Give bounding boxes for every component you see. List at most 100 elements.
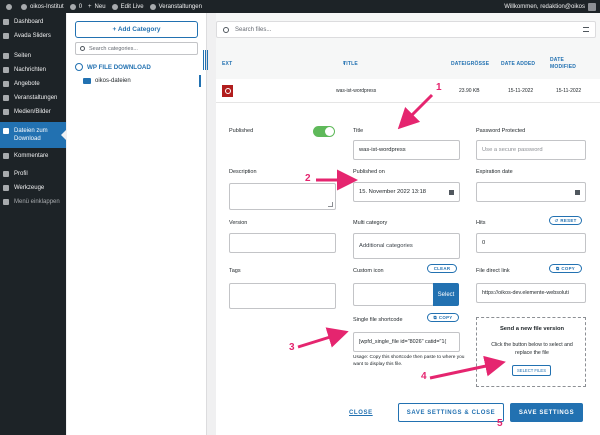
sidebar-item-nachrichten[interactable]: Nachrichten [0, 66, 66, 77]
direct-link-field[interactable]: https://oikos-dev.elemente-websoluti [476, 283, 586, 303]
upload-new-version-dropzone[interactable]: Send a new file version Click the button… [476, 317, 586, 387]
file-search-input[interactable]: Search files... [216, 21, 596, 38]
add-category-button[interactable]: + Add Category [75, 21, 198, 38]
comments-link[interactable]: 0 [69, 3, 82, 10]
published-on-label: Published on [353, 169, 385, 175]
sidebar-item-dateien[interactable]: Dateien zum Download [0, 122, 66, 148]
new-content-link[interactable]: + Neu [88, 4, 106, 10]
password-label: Password Protected [476, 128, 526, 134]
sort-down-icon: ▾ [343, 61, 346, 67]
save-and-close-button[interactable]: SAVE SETTINGS & CLOSE [398, 403, 504, 422]
edit-live-link[interactable]: Edit Live [111, 3, 144, 10]
shortcode-field[interactable]: [wpfd_single_file id="8026" catid="1( [353, 332, 460, 352]
user-icon [3, 171, 9, 177]
save-settings-button[interactable]: SAVE SETTINGS [510, 403, 583, 422]
description-label: Description [229, 169, 257, 175]
table-row[interactable]: was-ist-wordpress 23.90 KB 15-11-2022 15… [216, 79, 600, 103]
wordpress-icon [75, 63, 83, 71]
category-root-title: WP FILE DOWNLOAD [75, 63, 151, 71]
annotation-number-5: 5 [497, 418, 503, 429]
plus-icon: + [88, 3, 92, 10]
annotation-number-3: 3 [289, 342, 295, 353]
home-icon [21, 3, 27, 10]
column-size[interactable]: DATEIGRÖSSE [451, 61, 489, 67]
title-field[interactable]: was-ist-wordpress [353, 140, 460, 160]
search-icon [80, 46, 85, 51]
admin-sidebar: Dashboard Avada Sliders Seiten Nachricht… [0, 13, 66, 435]
shortcode-usage-hint: Usage: Copy this shortcode then paste to… [353, 355, 465, 367]
tags-field[interactable] [229, 283, 336, 309]
admin-bar: oikos-Institut 0 + Neu Edit Live Veransta… [0, 0, 600, 13]
upload-description: Click the button below to select and rep… [491, 342, 573, 356]
collapse-menu-button[interactable]: Menü einklappen [0, 198, 66, 209]
multi-category-field[interactable]: Additional categories [353, 233, 460, 259]
copy-icon: ⧉ [555, 266, 560, 271]
version-label: Version [229, 220, 248, 226]
sidebar-item-angebote[interactable]: Angebote [0, 80, 66, 91]
select-icon-button[interactable]: Select [433, 283, 459, 306]
sidebar-item-kommentare[interactable]: Kommentare [0, 152, 66, 163]
wrench-icon [3, 185, 9, 191]
file-title: was-ist-wordpress [336, 88, 377, 94]
calendar-icon[interactable] [449, 190, 454, 195]
published-toggle[interactable] [313, 126, 335, 137]
column-ext[interactable]: EXT [222, 61, 232, 67]
annotation-number-4: 4 [421, 371, 427, 382]
selected-indicator [199, 75, 201, 87]
column-date-added[interactable]: DATE ADDED [501, 61, 535, 67]
copy-link-button[interactable]: ⧉ COPY [549, 264, 582, 273]
clear-icon-button[interactable]: CLEAR [427, 264, 457, 273]
version-field[interactable] [229, 233, 336, 253]
file-table-header: EXT TITLE ▾ DATEIGRÖSSE DATE ADDED DATE … [216, 53, 600, 79]
sidebar-item-werkzeuge[interactable]: Werkzeuge [0, 184, 66, 195]
expiration-date-field[interactable] [476, 182, 586, 202]
reset-icon: ↺ [554, 217, 559, 223]
avatar [588, 2, 596, 11]
direct-link-label: File direct link [476, 268, 510, 274]
hits-field[interactable]: 0 [476, 233, 586, 253]
description-textarea[interactable] [229, 183, 336, 210]
tags-label: Tags [229, 268, 241, 274]
dashboard-icon [3, 19, 9, 25]
file-date-added: 15-11-2022 [508, 88, 534, 94]
media-icon [3, 109, 9, 115]
pin-icon [3, 81, 9, 87]
comment-icon [69, 3, 76, 10]
sidebar-item-medien[interactable]: Medien/Bilder [0, 108, 66, 119]
multi-category-label: Multi category [353, 220, 388, 226]
pin-icon [3, 67, 9, 73]
folder-icon [83, 78, 91, 84]
category-item[interactable]: oikos-dateien [75, 75, 201, 87]
calendar-icon[interactable] [575, 190, 580, 195]
password-field[interactable]: Use a secure password [476, 140, 586, 160]
events-link[interactable]: Veranstaltungen [149, 3, 202, 10]
sidebar-item-profil[interactable]: Profil [0, 170, 66, 181]
annotation-number-1: 1 [436, 82, 442, 93]
copy-shortcode-button[interactable]: ⧉ COPY [427, 313, 459, 322]
sidebar-item-veranstaltungen[interactable]: Veranstaltungen [0, 94, 66, 105]
panel-resize-handle[interactable] [203, 50, 208, 70]
filter-menu-icon[interactable] [583, 27, 589, 32]
upload-title: Send a new file version [499, 326, 565, 332]
file-manager: Search files... EXT TITLE ▾ DATEIGRÖSSE … [216, 13, 600, 435]
user-account-menu[interactable]: Willkommen, redaktion@oikos [504, 0, 596, 13]
sidebar-item-avada-sliders[interactable]: Avada Sliders [0, 32, 66, 43]
category-panel: + Add Category Search categories... WP F… [67, 13, 207, 435]
copy-icon: ⧉ [433, 315, 437, 320]
pdf-file-icon [222, 85, 233, 97]
edit-icon [111, 3, 118, 10]
reset-hits-button[interactable]: ↺ RESET [549, 216, 582, 225]
folder-icon [3, 128, 9, 134]
published-label: Published [229, 128, 254, 134]
select-files-button[interactable]: SELECT FILES [512, 365, 551, 376]
wordpress-logo-icon[interactable] [6, 3, 15, 10]
close-link[interactable]: CLOSE [349, 410, 373, 416]
site-name-link[interactable]: oikos-Institut [21, 3, 64, 10]
custom-icon-field[interactable] [353, 283, 434, 306]
sidebar-item-seiten[interactable]: Seiten [0, 52, 66, 63]
sidebar-item-dashboard[interactable]: Dashboard [0, 18, 66, 29]
published-on-field[interactable]: 15. November 2022 13:18 [353, 182, 460, 202]
category-search-input[interactable]: Search categories... [75, 42, 198, 55]
column-date-modified[interactable]: DATE MODIFIED [550, 57, 590, 71]
file-size: 23.90 KB [459, 88, 480, 94]
